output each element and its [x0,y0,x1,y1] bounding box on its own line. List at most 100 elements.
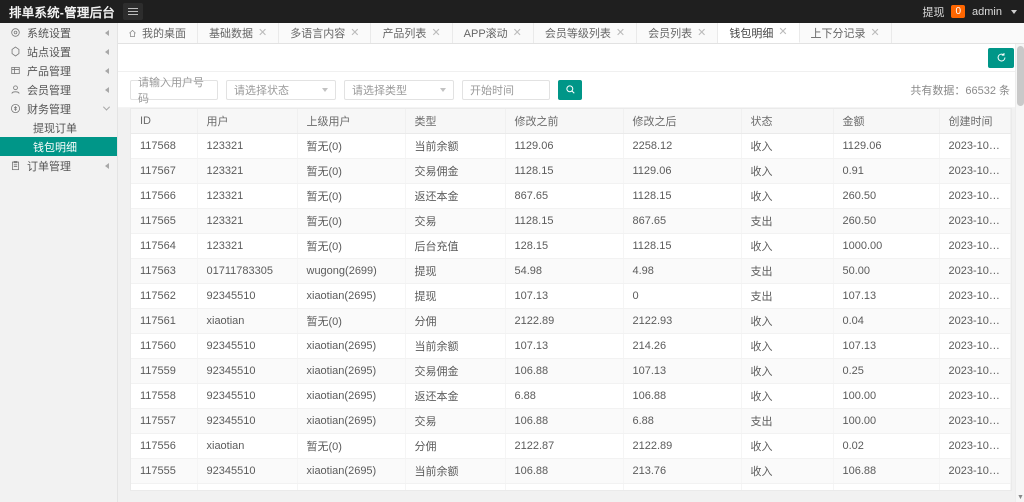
table-cell: 106.88 [505,408,624,434]
admin-page: 排单系统-管理后台 提现 0 admin 系统设置 站点设置 产品管理 会员管理… [0,0,1024,502]
status-select[interactable]: 请选择状态 [226,79,336,100]
table-cell: 2023-10-03 22:30:56 [939,383,1011,409]
table-row[interactable]: 117568 123321 暂无(0) 当前余额 1129.06 2258.12 收入 112… [131,133,1011,159]
table-cell: 117564 [131,233,198,259]
table-cell: 收入 [741,133,834,159]
tab-6[interactable]: 会员列表 ✕ [637,23,719,43]
table-cell: 50.00 [833,258,940,284]
chevron-down-icon[interactable] [1011,9,1017,14]
table-cell: 260.50 [833,208,940,234]
table-cell: 2258.12 [623,133,742,159]
table-row[interactable]: 117558 92345510 xiaotian(2695) 返还本金 6.88 106.… [131,383,1011,409]
table-cell: xiaotian(2695) [297,383,406,409]
type-select[interactable]: 请选择类型 [344,79,454,100]
tab-3[interactable]: 产品列表 ✕ [371,23,453,43]
table-row[interactable]: 117561 xiaotian 暂无(0) 分佣 2122.89 2122.93 收入 0.0… [131,308,1011,334]
table-body: 117568 123321 暂无(0) 当前余额 1129.06 2258.12 收入 112… [131,133,1011,490]
tab-label: 钱包明细 [729,27,774,40]
scrollbar-thumb[interactable] [1017,46,1024,106]
close-icon[interactable]: ✕ [258,27,267,39]
table-cell: 92345510 [197,483,298,490]
table-cell: 当前余额 [405,333,506,359]
table-row[interactable]: 117565 123321 暂无(0) 交易 1128.15 867.65 支出 260.50… [131,208,1011,234]
scroll-down-arrow[interactable]: ▼ [1016,493,1024,502]
search-input[interactable]: 请输入用户号码 [130,77,218,105]
sidebar-item-order-management[interactable]: 订单管理 [0,156,117,175]
table-cell: 117555 [131,458,198,484]
close-icon[interactable]: ✕ [350,27,359,39]
table-cell: 106.88 [623,383,742,409]
table-row[interactable]: 117562 92345510 xiaotian(2695) 提现 107.13 0 支出 1… [131,283,1011,309]
close-icon[interactable]: ✕ [697,27,706,39]
sidebar-item-label: 订单管理 [27,160,71,173]
sidebar-item-product-management[interactable]: 产品管理 [0,61,117,80]
start-time-input[interactable]: 开始时间 [462,79,550,100]
sidebar-subitem-wallet-details[interactable]: 钱包明细 [0,137,117,156]
table-cell: 收入 [741,183,834,209]
table-cell: xiaotian(2695) [297,408,406,434]
tab-4[interactable]: APP滚动 ✕ [452,23,534,43]
table-row[interactable]: 117560 92345510 xiaotian(2695) 当前余额 107.13 21… [131,333,1011,359]
tab-0[interactable]: 我的桌面 [118,23,198,43]
table-cell: 2023-10-03 22:30:54 [939,408,1011,434]
table-cell: 收入 [741,158,834,184]
close-icon[interactable]: ✕ [513,27,522,39]
table-cell: 交易 [405,408,506,434]
table-row[interactable]: 117563 01711783305 wugong(2699) 提现 54.98 4.98… [131,258,1011,284]
table-cell: 117556 [131,433,198,459]
sidebar-item-member-management[interactable]: 会员管理 [0,80,117,99]
table-row[interactable]: 117555 92345510 xiaotian(2695) 当前余额 106.88 21… [131,458,1011,484]
table-cell: 2023-10-03 22:30:53 [939,433,1011,459]
close-icon[interactable]: ✕ [871,27,880,39]
table-cell: 暂无(0) [297,308,406,334]
table-cell: 1128.15 [505,208,624,234]
tab-1[interactable]: 基础数据 ✕ [198,23,280,43]
table-row[interactable]: 117559 92345510 xiaotian(2695) 交易佣金 106.88 10… [131,358,1011,384]
content-area: 请输入用户号码 请选择状态 请选择类型 开始时间 共有数据：66532 条 ID… [118,44,1024,502]
table-cell: 收入 [741,333,834,359]
table-cell: 123321 [197,233,298,259]
table-cell: 交易佣金 [405,483,506,490]
table-row[interactable]: 11755492345510xiaotian(2695)交易佣金106.7810… [131,483,1011,490]
table-cell: 117559 [131,358,198,384]
hamburger-icon[interactable] [123,3,143,20]
table-cell: xiaotian(2695) [297,283,406,309]
gear-icon [9,26,22,39]
sidebar-subitem-withdraw-orders[interactable]: 提现订单 [0,118,117,137]
type-select-label: 请选择类型 [352,84,407,97]
table-row[interactable]: 117566 123321 暂无(0) 返还本金 867.65 1128.15 收入 260.… [131,183,1011,209]
table-cell: 支出 [741,258,834,284]
table-row[interactable]: 117557 92345510 xiaotian(2695) 交易 106.88 6.88… [131,408,1011,434]
refresh-icon[interactable] [988,47,1014,68]
close-icon[interactable]: ✕ [616,27,625,39]
table-cell: 暂无(0) [297,233,406,259]
search-button[interactable] [558,79,582,100]
user-name[interactable]: admin [972,6,1002,18]
table-cell: 2023-10-03 22:30:53 [939,483,1011,490]
close-icon[interactable]: ✕ [431,27,440,39]
sidebar-item-finance-management[interactable]: 财务管理 [0,99,117,118]
table-cell: 提现 [405,258,506,284]
table-cell: 0.91 [833,158,940,184]
tab-7[interactable]: 钱包明细 ✕ [718,23,800,43]
table-row[interactable]: 117564 123321 暂无(0) 后台充值 128.15 1128.15 收入 1000… [131,233,1011,259]
table-cell: 2023-10-03 22:32:16 [939,283,1011,309]
table-cell: 分佣 [405,308,506,334]
table-cell: 117562 [131,283,198,309]
sidebar-item-site-settings[interactable]: 站点设置 [0,42,117,61]
vertical-scrollbar[interactable]: ▲ ▼ [1015,44,1024,502]
tab-8[interactable]: 上下分记录 ✕ [799,23,892,43]
withdraw-label[interactable]: 提现 [922,4,944,20]
chevron-down-icon [440,87,446,92]
sidebar-item-system-settings[interactable]: 系统设置 [0,23,117,42]
table-row[interactable]: 117556 xiaotian 暂无(0) 分佣 2122.87 2122.89 收入 0.0… [131,433,1011,459]
tab-2[interactable]: 多语言内容 ✕ [279,23,372,43]
tab-5[interactable]: 会员等级列表 ✕ [533,23,638,43]
table-row[interactable]: 117567 123321 暂无(0) 交易佣金 1128.15 1129.06 收入 0.9… [131,158,1011,184]
search-input-placeholder: 请输入用户号码 [138,76,204,105]
data-table-container: ID 用户 上级用户 类型 修改之前 修改之后 状态 金额 创建时间 117568 123321 暂… [130,108,1012,491]
table-cell: 收入 [741,433,834,459]
table-cell: 92345510 [197,408,298,434]
close-icon[interactable]: ✕ [778,27,787,38]
table-cell: 107.13 [833,333,940,359]
